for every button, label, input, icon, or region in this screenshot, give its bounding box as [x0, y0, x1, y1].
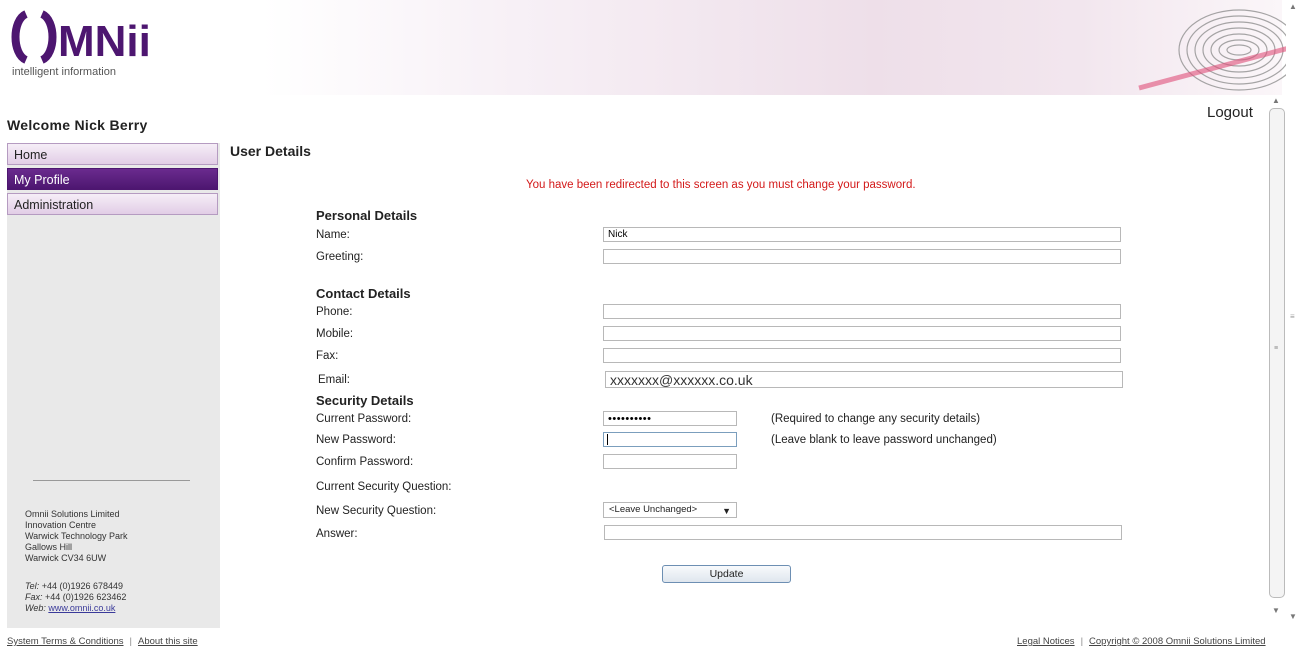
company-address: Omnii Solutions Limited Innovation Centr…	[25, 509, 128, 564]
company-contacts: Tel: +44 (0)1926 678449 Fax: +44 (0)1926…	[25, 581, 126, 614]
answer-field[interactable]	[604, 525, 1122, 540]
fax-value: +44 (0)1926 623462	[45, 592, 127, 602]
update-button[interactable]: Update	[662, 565, 791, 583]
confirm-password-label: Confirm Password:	[316, 456, 414, 468]
page-scrollbar[interactable]: ▲ ▼	[1286, 0, 1301, 648]
current-password-label: Current Password:	[316, 413, 412, 425]
footer-left: System Terms & Conditions | About this sit…	[7, 636, 198, 647]
terms-link[interactable]: System Terms & Conditions	[7, 636, 124, 647]
security-question-select[interactable]: <Leave Unchanged> ▼	[603, 502, 737, 518]
content-scroll-up-arrow[interactable]: ▲	[1272, 96, 1280, 105]
welcome-message: Welcome Nick Berry	[7, 117, 148, 133]
fax-label: Fax:	[25, 592, 43, 602]
email-field[interactable]	[605, 371, 1123, 388]
confirm-password-field[interactable]	[603, 454, 737, 469]
copyright-link[interactable]: Copyright © 2008 Omnii Solutions Limited	[1089, 636, 1266, 647]
legal-link[interactable]: Legal Notices	[1017, 636, 1075, 647]
content-scrollbar[interactable]: ▲ ≡ ▼	[1268, 96, 1286, 632]
scroll-up-arrow[interactable]: ▲	[1289, 2, 1297, 11]
tel-label: Tel:	[25, 581, 40, 591]
greeting-field[interactable]	[603, 249, 1121, 264]
new-password-note: (Leave blank to leave password unchanged…	[771, 434, 997, 446]
address-line: Omnii Solutions Limited	[25, 509, 120, 519]
omnii-logo: MNii	[11, 10, 151, 66]
email-label: Email:	[318, 374, 350, 386]
footer-separator: |	[1080, 636, 1084, 647]
content-scroll-down-arrow[interactable]: ▼	[1272, 606, 1280, 615]
answer-label: Answer:	[316, 528, 358, 540]
current-password-note: (Required to change any security details…	[771, 413, 981, 425]
footer-right: Legal Notices | Copyright © 2008 Omnii Sol…	[1017, 636, 1266, 647]
web-label: Web:	[25, 603, 46, 613]
outer-grip-icon: ≡	[1290, 312, 1295, 321]
footer-separator: |	[129, 636, 132, 647]
security-details-heading: Security Details	[316, 393, 414, 408]
logout-link[interactable]: Logout	[1207, 104, 1253, 121]
text-cursor	[607, 434, 608, 445]
new-question-label: New Security Question:	[316, 505, 437, 517]
contact-details-heading: Contact Details	[316, 286, 411, 301]
address-line: Gallows Hill	[25, 542, 73, 552]
phone-field[interactable]	[603, 304, 1121, 319]
select-value: <Leave Unchanged>	[609, 504, 698, 515]
nav-item-my-profile[interactable]: My Profile	[7, 168, 218, 190]
scroll-down-arrow[interactable]: ▼	[1289, 612, 1297, 621]
sidebar-divider	[33, 480, 190, 481]
nav-item-home[interactable]: Home	[7, 143, 218, 165]
tel-value: +44 (0)1926 678449	[41, 581, 124, 591]
new-password-field[interactable]	[603, 432, 737, 447]
redirect-message: You have been redirected to this screen …	[526, 179, 916, 191]
about-link[interactable]: About this site	[138, 636, 198, 647]
grip-icon: ≡	[1274, 345, 1279, 352]
personal-details-heading: Personal Details	[316, 208, 418, 223]
nav-item-administration[interactable]: Administration	[7, 193, 218, 215]
greeting-label: Greeting:	[316, 251, 364, 263]
svg-text:MNii: MNii	[58, 17, 151, 66]
mobile-field[interactable]	[603, 326, 1121, 341]
chevron-down-icon: ▼	[722, 506, 731, 516]
name-label: Name:	[316, 229, 350, 241]
scroll-thumb[interactable]: ≡	[1269, 108, 1285, 598]
current-question-label: Current Security Question:	[316, 481, 452, 493]
address-line: Warwick CV34 6UW	[25, 553, 107, 563]
fax-field[interactable]	[603, 348, 1121, 363]
fingerprint-graphic	[1138, 9, 1289, 91]
address-line: Innovation Centre	[25, 520, 97, 530]
current-password-field[interactable]	[603, 411, 737, 426]
logo-tagline: intelligent information	[12, 66, 116, 78]
name-field[interactable]	[603, 227, 1121, 242]
mobile-label: Mobile:	[316, 328, 354, 340]
page-title: User Details	[230, 143, 311, 159]
address-line: Warwick Technology Park	[25, 531, 128, 541]
fax-label: Fax:	[316, 350, 339, 362]
phone-label: Phone:	[316, 306, 353, 318]
new-password-label: New Password:	[316, 434, 396, 446]
web-link[interactable]: www.omnii.co.uk	[48, 603, 115, 613]
